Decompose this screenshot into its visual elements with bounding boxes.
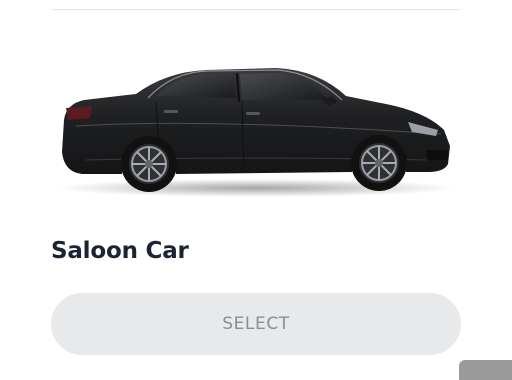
top-divider [51, 9, 461, 10]
select-button[interactable]: SELECT [51, 293, 461, 355]
vehicle-type-title: Saloon Car [51, 238, 189, 264]
car-image [56, 60, 456, 200]
corner-tab[interactable] [459, 360, 512, 380]
